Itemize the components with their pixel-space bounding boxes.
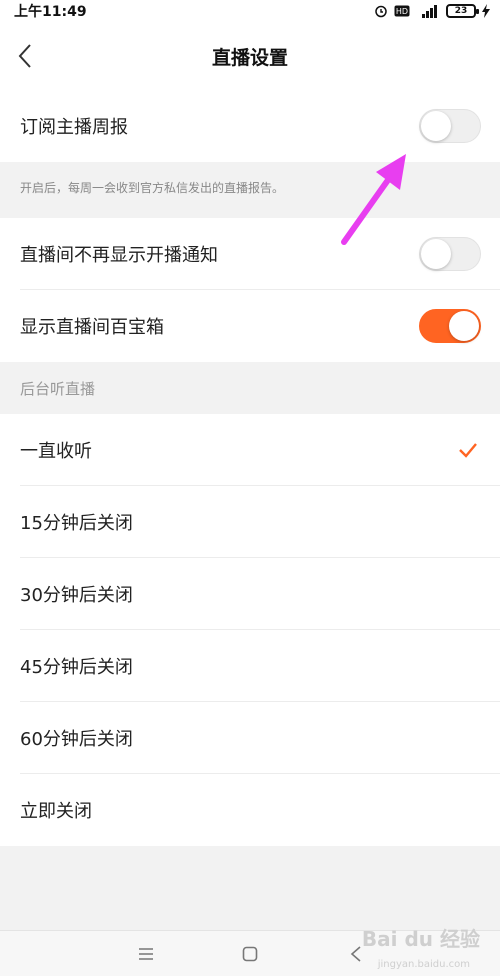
- charging-icon: [482, 4, 490, 18]
- listen-option[interactable]: 一直收听: [0, 414, 500, 486]
- weekly-report-hint: 开启后，每周一会收到官方私信发出的直播报告。: [0, 162, 500, 212]
- hide-start-notice-toggle[interactable]: [419, 237, 481, 271]
- watermark-url: jingyan.baidu.com: [377, 959, 470, 970]
- alarm-icon: [374, 4, 388, 18]
- chevron-left-icon: [18, 44, 31, 68]
- menu-button[interactable]: [136, 944, 156, 964]
- option-label: 60分钟后关闭: [20, 729, 133, 750]
- listen-option[interactable]: 15分钟后关闭: [0, 486, 500, 558]
- chevron-left-icon: [350, 946, 361, 962]
- option-label: 30分钟后关闭: [20, 585, 133, 606]
- listen-option[interactable]: 立即关闭: [0, 774, 500, 846]
- show-treasure-box-toggle[interactable]: [419, 309, 481, 343]
- listen-option[interactable]: 60分钟后关闭: [0, 702, 500, 774]
- battery-level: 23: [454, 6, 468, 16]
- section-title: 后台听直播: [20, 379, 96, 398]
- system-nav-bar: Bai du 经验 jingyan.baidu.com: [0, 927, 500, 976]
- square-icon: [242, 946, 258, 962]
- setting-hide-start-notice: 直播间不再显示开播通知: [0, 218, 500, 290]
- watermark-brand: Bai du 经验: [361, 927, 480, 951]
- option-label: 15分钟后关闭: [20, 513, 133, 534]
- option-label: 45分钟后关闭: [20, 657, 133, 678]
- status-time: 上午11:49: [14, 4, 87, 20]
- setting-label: 订阅主播周报: [20, 117, 128, 138]
- section-header-background-listen: 后台听直播: [0, 362, 500, 414]
- header: 直播设置: [0, 22, 500, 90]
- weekly-report-toggle[interactable]: [419, 109, 481, 143]
- status-bar: 上午11:49 HD 23: [0, 0, 500, 22]
- toggle-knob: [421, 111, 451, 141]
- hd-icon: HD: [394, 5, 410, 17]
- status-icons: HD 23: [374, 4, 490, 18]
- svg-text:HD: HD: [396, 7, 408, 16]
- page-title: 直播设置: [211, 46, 288, 69]
- option-label: 立即关闭: [20, 801, 92, 822]
- option-label: 一直收听: [20, 441, 92, 462]
- setting-label: 显示直播间百宝箱: [20, 317, 164, 338]
- toggle-knob: [421, 239, 451, 269]
- listen-option[interactable]: 30分钟后关闭: [0, 558, 500, 630]
- checkmark-icon: [459, 443, 477, 458]
- toggle-knob: [449, 311, 479, 341]
- hint-text: 开启后，每周一会收到官方私信发出的直播报告。: [20, 180, 285, 195]
- menu-icon: [139, 948, 153, 960]
- home-button[interactable]: [240, 944, 260, 964]
- back-button[interactable]: [14, 40, 36, 72]
- setting-label: 直播间不再显示开播通知: [20, 245, 218, 266]
- setting-show-treasure-box: 显示直播间百宝箱: [0, 290, 500, 362]
- listen-option[interactable]: 45分钟后关闭: [0, 630, 500, 702]
- signal-icon: [416, 4, 440, 18]
- setting-weekly-report: 订阅主播周报: [0, 90, 500, 162]
- annotation-arrow-icon: [341, 154, 406, 245]
- battery-icon: 23: [446, 4, 479, 18]
- watermark: Bai du 经验: [362, 923, 480, 952]
